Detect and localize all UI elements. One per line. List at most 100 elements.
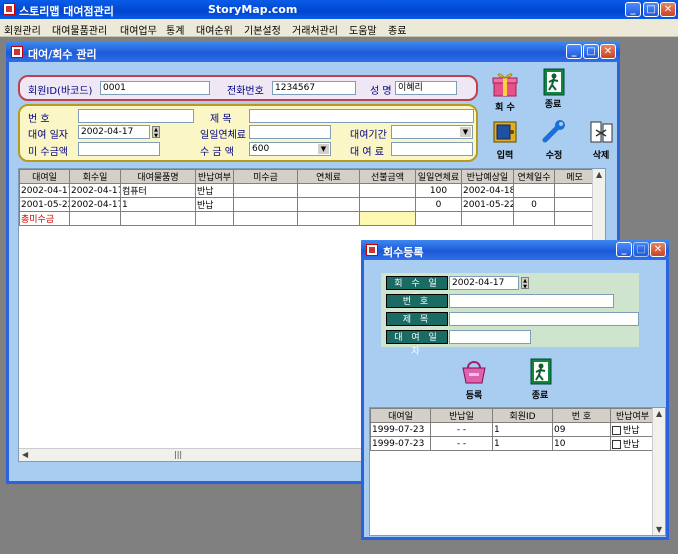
- table-cell[interactable]: 반납: [610, 422, 655, 437]
- column-header[interactable]: 번 호: [552, 408, 611, 423]
- menu-exit[interactable]: 종료: [388, 22, 406, 37]
- menu-stats[interactable]: 통계: [166, 22, 184, 37]
- enter-button[interactable]: 입력: [485, 118, 525, 161]
- scroll-thumb[interactable]: |||: [174, 450, 182, 459]
- column-header[interactable]: 회원ID: [492, 408, 553, 423]
- scroll-up-icon[interactable]: ▲: [656, 409, 662, 418]
- table-cell[interactable]: 09: [552, 422, 611, 437]
- table-cell[interactable]: [554, 183, 595, 198]
- table-row[interactable]: 2001-05-22 2002-04-17 1 반납 0 2001-05-22 0: [19, 197, 595, 212]
- member-id-input[interactable]: 0001: [100, 81, 210, 95]
- menu-rental-items[interactable]: 대여물품관리: [52, 22, 107, 37]
- title-input[interactable]: [449, 312, 639, 326]
- table-cell[interactable]: 2001-05-22: [19, 197, 70, 212]
- scroll-up-icon[interactable]: ▲: [596, 170, 602, 179]
- date-spinner[interactable]: ▲ ▼: [152, 126, 160, 139]
- scroll-left-icon[interactable]: ◀: [22, 450, 28, 459]
- table-row[interactable]: 1999-07-23- -1 09 반납: [370, 422, 655, 437]
- table-cell[interactable]: 2002-04-17: [19, 183, 70, 198]
- table-cell[interactable]: 0: [513, 197, 555, 212]
- table-cell[interactable]: [554, 197, 595, 212]
- date-spinner[interactable]: ▲ ▼: [521, 277, 529, 290]
- table-cell[interactable]: 반납: [195, 183, 234, 198]
- table-cell[interactable]: 반납: [195, 197, 234, 212]
- menu-member[interactable]: 회원관리: [4, 22, 41, 37]
- column-header[interactable]: 회수일: [69, 169, 121, 184]
- column-header[interactable]: 선불금액: [359, 169, 416, 184]
- column-header[interactable]: 반납여부: [610, 408, 655, 423]
- close-icon[interactable]: ✕: [650, 242, 666, 257]
- maximize-icon[interactable]: □: [583, 44, 599, 59]
- column-header[interactable]: 일일연체료: [415, 169, 462, 184]
- table-cell[interactable]: 1: [492, 436, 553, 451]
- table-cell[interactable]: 100: [415, 183, 462, 198]
- table-cell[interactable]: 2002-04-17: [69, 197, 121, 212]
- name-input[interactable]: 이혜리: [395, 81, 457, 95]
- column-header[interactable]: 반납여부: [195, 169, 234, 184]
- menu-clients[interactable]: 거래처관리: [292, 22, 338, 37]
- checkbox[interactable]: [612, 440, 621, 449]
- edit-button[interactable]: 수정: [534, 118, 574, 161]
- table-cell[interactable]: [513, 183, 555, 198]
- table-cell[interactable]: 반납: [610, 436, 655, 451]
- minimize-icon[interactable]: _: [566, 44, 582, 59]
- column-header[interactable]: 반납예상일: [461, 169, 514, 184]
- no-input[interactable]: [449, 294, 614, 308]
- received-select[interactable]: 600: [249, 142, 331, 156]
- table-cell[interactable]: 1: [492, 422, 553, 437]
- menu-rental-work[interactable]: 대여업무: [120, 22, 157, 37]
- close-icon[interactable]: ✕: [600, 44, 616, 59]
- menu-settings[interactable]: 기본설정: [244, 22, 281, 37]
- table-cell[interactable]: [359, 183, 416, 198]
- table-cell[interactable]: [297, 197, 360, 212]
- table-cell[interactable]: 1999-07-23: [370, 436, 431, 451]
- column-header[interactable]: 반납일: [430, 408, 493, 423]
- title-input[interactable]: [249, 109, 474, 123]
- column-header[interactable]: 대여일: [19, 169, 70, 184]
- table-cell[interactable]: 1: [120, 197, 196, 212]
- minimize-icon[interactable]: _: [616, 242, 632, 257]
- table-cell[interactable]: 2002-04-18: [461, 183, 514, 198]
- table-cell[interactable]: 2001-05-22: [461, 197, 514, 212]
- item-no-input[interactable]: [78, 109, 194, 123]
- vertical-scrollbar[interactable]: ▲ ▼: [652, 408, 665, 535]
- column-header[interactable]: 연체료: [297, 169, 360, 184]
- rent-fee-input[interactable]: [391, 142, 473, 156]
- rent-date-input[interactable]: 2002-04-17: [78, 125, 150, 139]
- return-button[interactable]: 회 수: [485, 70, 525, 113]
- phone-input[interactable]: 1234567: [272, 81, 356, 95]
- column-header[interactable]: 미수금: [233, 169, 298, 184]
- table-cell[interactable]: [297, 183, 360, 198]
- table-cell[interactable]: [233, 183, 298, 198]
- column-header[interactable]: 대여물품명: [120, 169, 196, 184]
- menu-ranking[interactable]: 대여순위: [196, 22, 233, 37]
- table-row[interactable]: 2002-04-17 2002-04-17 컴퓨터 반납 100 2002-04-18: [19, 183, 595, 198]
- checkbox[interactable]: [612, 426, 621, 435]
- table-cell[interactable]: [359, 197, 416, 212]
- rent-date-input[interactable]: [449, 330, 531, 344]
- menu-help[interactable]: 도움말: [349, 22, 377, 37]
- table-cell[interactable]: 10: [552, 436, 611, 451]
- column-header[interactable]: 연체일수: [513, 169, 555, 184]
- table-cell[interactable]: [233, 197, 298, 212]
- daily-fee-input[interactable]: [249, 125, 331, 139]
- scroll-down-icon[interactable]: ▼: [656, 525, 662, 534]
- table-cell[interactable]: - -: [430, 436, 493, 451]
- return-date-input[interactable]: 2002-04-17: [449, 276, 519, 290]
- close-icon[interactable]: ✕: [660, 2, 676, 17]
- table-row[interactable]: 1999-07-23- -1 10 반납: [370, 436, 655, 451]
- return-grid[interactable]: 대여일 반납일 회원ID 번 호 반납여부 1999-07-23- -1 09 반납 1999…: [369, 407, 666, 536]
- exit-button[interactable]: 종료: [520, 358, 560, 401]
- minimize-icon[interactable]: _: [625, 2, 641, 17]
- table-cell[interactable]: 컴퓨터: [120, 183, 196, 198]
- table-cell[interactable]: 2002-04-17: [69, 183, 121, 198]
- register-button[interactable]: 등록: [454, 358, 494, 401]
- column-header[interactable]: 메모: [554, 169, 595, 184]
- unpaid-input[interactable]: [78, 142, 160, 156]
- table-cell[interactable]: - -: [430, 422, 493, 437]
- delete-button[interactable]: 삭제: [581, 118, 621, 161]
- maximize-icon[interactable]: □: [643, 2, 659, 17]
- table-cell[interactable]: 0: [415, 197, 462, 212]
- period-select[interactable]: [391, 125, 473, 139]
- column-header[interactable]: 대여일: [370, 408, 431, 423]
